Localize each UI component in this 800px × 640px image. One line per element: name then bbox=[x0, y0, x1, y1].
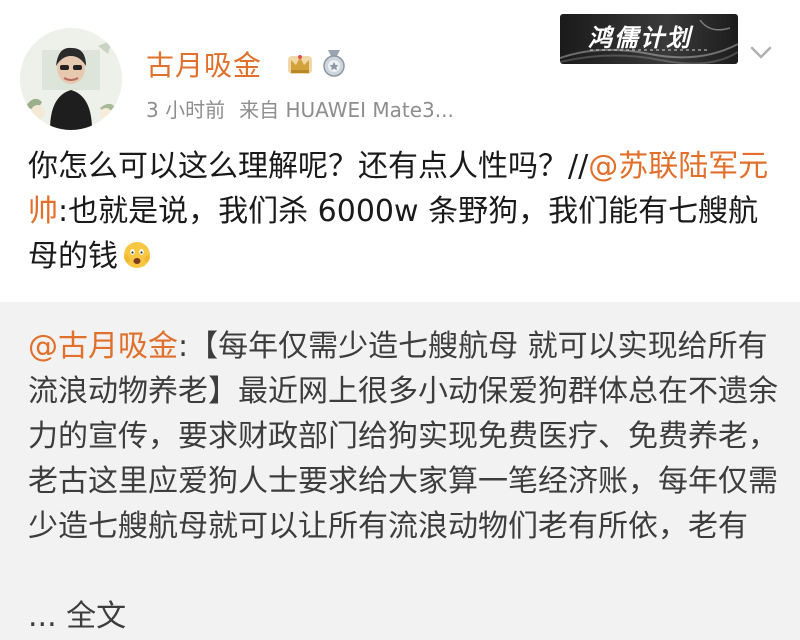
user-badges bbox=[285, 48, 349, 78]
crown-badge-icon[interactable] bbox=[285, 48, 315, 78]
post-body: 你怎么可以这么理解呢？还有点人性吗？//@苏联陆军元帅:也就是说，我们杀 600… bbox=[28, 144, 780, 279]
watermark-label: 鸿儒计划 bbox=[588, 24, 692, 52]
avatar[interactable] bbox=[20, 28, 122, 130]
medal-badge-icon[interactable] bbox=[319, 48, 349, 78]
watermark-logo: 鸿儒计划 bbox=[560, 14, 738, 64]
repost-more-row: ... 全文 bbox=[28, 594, 126, 639]
chevron-down-icon[interactable] bbox=[748, 42, 774, 62]
post-source[interactable]: 来自 HUAWEI Mate3... bbox=[239, 98, 454, 122]
scared-face-emoji-icon bbox=[124, 242, 150, 268]
full-text-link[interactable]: 全文 bbox=[66, 599, 126, 634]
repost-ellipsis: ... bbox=[28, 599, 57, 634]
reposted-content[interactable]: @古月吸金:【每年仅需少造七艘航母 就可以实现给所有流浪动物养老】最近网上很多小… bbox=[0, 302, 800, 640]
watermark-underline bbox=[590, 49, 710, 51]
avatar-image bbox=[20, 28, 122, 130]
post-time: 3 小时前 bbox=[146, 98, 226, 122]
post-text-before: 你怎么可以这么理解呢？还有点人性吗？// bbox=[28, 149, 589, 184]
repost-author-link[interactable]: @古月吸金 bbox=[28, 329, 178, 364]
username[interactable]: 古月吸金 bbox=[146, 44, 262, 84]
post-header: 古月吸金 3 小时前 来自 HUAWEI Mate3... 鸿儒计划 bbox=[0, 0, 800, 140]
repost-body: @古月吸金:【每年仅需少造七艘航母 就可以实现给所有流浪动物养老】最近网上很多小… bbox=[28, 324, 780, 549]
post-meta: 3 小时前 来自 HUAWEI Mate3... bbox=[146, 94, 454, 123]
weibo-post-screen: 古月吸金 3 小时前 来自 HUAWEI Mate3... 鸿儒计划 你怎么可以… bbox=[0, 0, 800, 640]
